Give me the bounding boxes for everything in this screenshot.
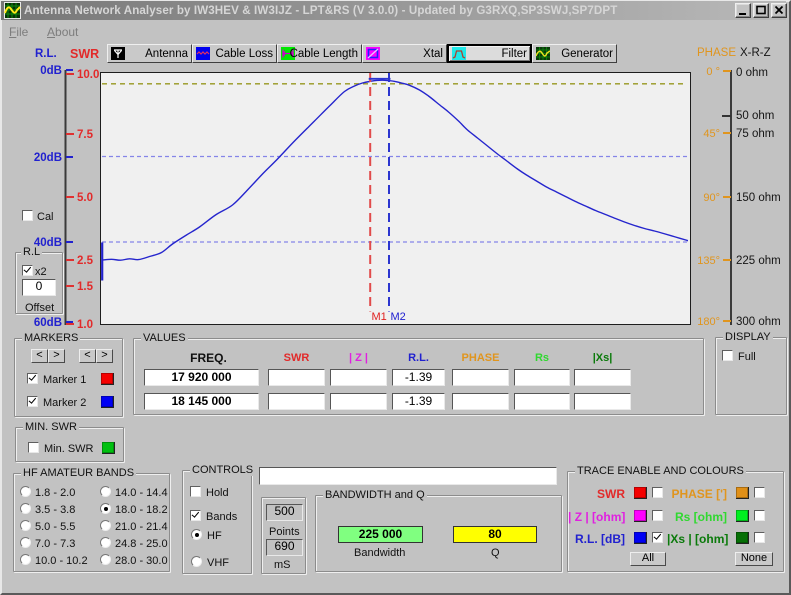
svg-text:M1: M1 [372,311,387,322]
svg-text:M2: M2 [391,311,406,322]
